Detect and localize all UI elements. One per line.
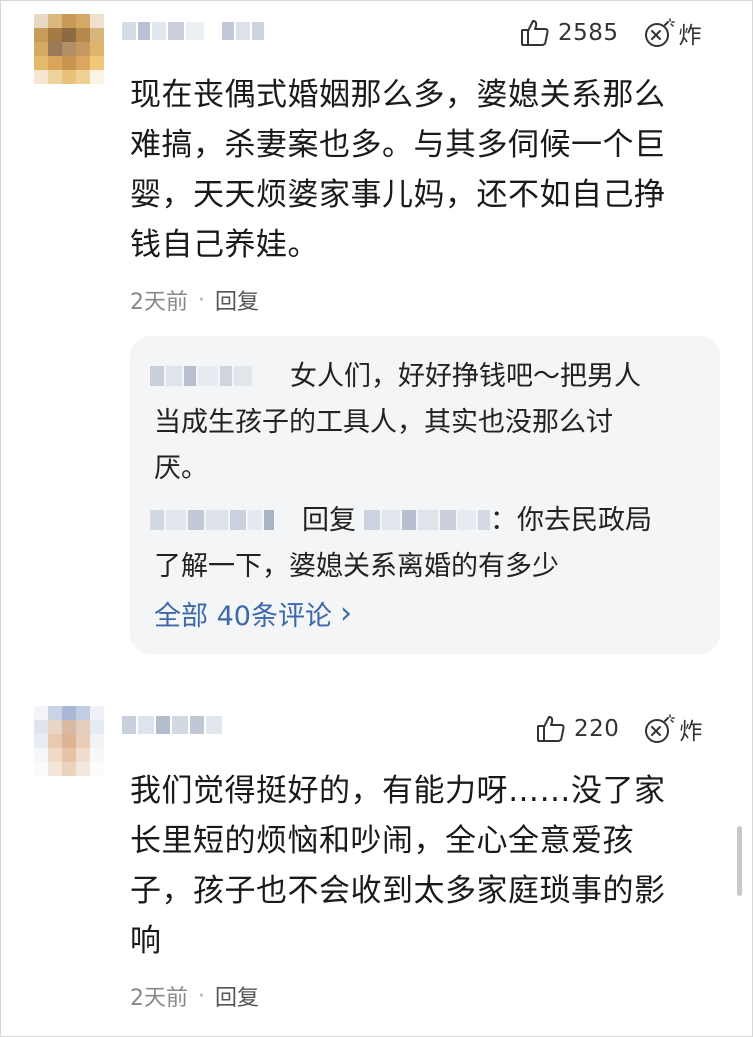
reply-thread: 女人们，好好挣钱吧～把男人 当成生孩子的工具人，其实也没那么讨 厌。 回复 ：你…	[130, 336, 720, 654]
reply-to-label: 回复	[302, 505, 356, 536]
separator-dot: ·	[198, 287, 205, 313]
bomb-label[interactable]: 炸	[679, 16, 702, 50]
comment-actions: 220 炸	[536, 712, 702, 746]
separator-dot: ·	[198, 983, 205, 1009]
reply-text-2: ：你去民政局	[490, 505, 652, 536]
comment-meta: 2天前 · 回复	[130, 284, 259, 316]
timestamp: 2天前	[130, 290, 188, 315]
reply-username-2[interactable]	[150, 510, 274, 530]
like-count: 2585	[558, 20, 619, 46]
view-all-comments-link[interactable]: 全部 40条评论 ›	[154, 594, 352, 633]
like-count: 220	[574, 716, 620, 742]
username[interactable]	[122, 18, 266, 44]
reply-text-continued: 当成生孩子的工具人，其实也没那么讨 厌。	[154, 407, 613, 484]
bomb-icon[interactable]	[643, 713, 676, 745]
comment-meta: 2天前 · 回复	[130, 980, 259, 1012]
thumbs-up-icon[interactable]	[536, 714, 566, 744]
bomb-label[interactable]: 炸	[679, 712, 702, 746]
bomb-icon[interactable]	[643, 17, 675, 49]
timestamp: 2天前	[130, 986, 188, 1011]
scrollbar-thumb[interactable]	[737, 826, 742, 896]
reply-text-2-continued: 了解一下，婆媳关系离婚的有多少	[154, 551, 559, 582]
comment-text: 我们觉得挺好的，有能力呀……没了家 长里短的烦恼和吵闹，全心全意爱孩 子，孩子也…	[130, 773, 666, 959]
reply-username[interactable]	[150, 366, 252, 386]
reply-button[interactable]: 回复	[215, 980, 259, 1012]
avatar[interactable]	[34, 706, 104, 776]
reply-button[interactable]: 回复	[215, 284, 259, 316]
thumbs-up-icon[interactable]	[520, 18, 550, 48]
comment-actions: 2585 炸	[520, 16, 702, 50]
all-comments-label[interactable]: 全部 40条评论	[154, 594, 332, 633]
chevron-right-icon: ›	[339, 596, 352, 631]
username[interactable]	[122, 712, 224, 738]
avatar[interactable]	[34, 14, 104, 84]
reply-text: 女人们，好好挣钱吧～把男人	[290, 361, 641, 392]
comment-text: 现在丧偶式婚姻那么多，婆媳关系那么 难搞，杀妻案也多。与其多伺候一个巨 婴，天天…	[130, 77, 666, 263]
reply-target-username[interactable]	[364, 510, 492, 530]
